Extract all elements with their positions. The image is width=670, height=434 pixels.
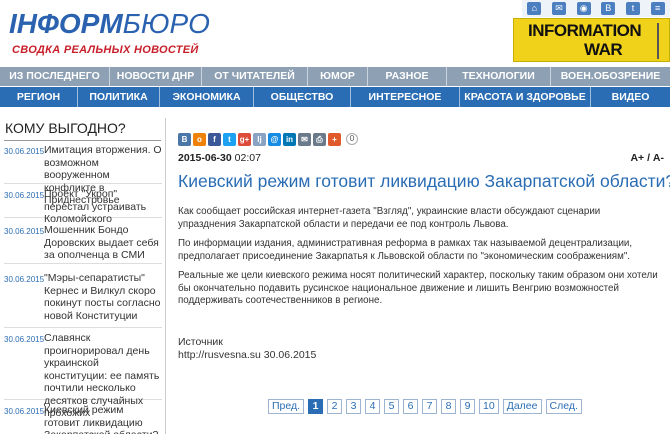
- news-headline[interactable]: Проект "Укроп" перестал устраивать Колом…: [44, 188, 162, 225]
- news-date: 30.06.2015: [4, 227, 45, 236]
- sidebar-news-item[interactable]: 30.06.2015 "Мэры-сепаратисты" Кернес и В…: [4, 272, 162, 328]
- sidebar-divider: [4, 140, 161, 141]
- nav-top-item[interactable]: ОТ ЧИТАТЕЛЕЙ: [202, 67, 308, 86]
- news-date: 30.06.2015: [4, 407, 45, 416]
- nav-top: ИЗ ПОСЛЕДНЕГО НОВОСТИ ДНР ОТ ЧИТАТЕЛЕЙ Ю…: [0, 67, 670, 86]
- article-paragraph: По информации издания, административная …: [178, 238, 633, 262]
- sidebar-news-item[interactable]: 30.06.2015 Киевский режим готовит ликвид…: [4, 404, 162, 434]
- vk-icon[interactable]: B: [178, 132, 191, 146]
- news-headline[interactable]: "Мэры-сепаратисты" Кернес и Вилкул скоро…: [44, 272, 162, 327]
- nav-top-item[interactable]: НОВОСТИ ДНР: [110, 67, 202, 86]
- vk-header-icon[interactable]: B: [601, 2, 616, 15]
- pagination-page[interactable]: 1: [308, 399, 324, 414]
- source-label: Источник: [178, 336, 223, 348]
- news-headline[interactable]: Мошенник Бондо Доровских выдает себя за …: [44, 224, 162, 263]
- header-icon-bar: ⌂ ✉ ◉ B t ≡: [522, 0, 670, 17]
- article-date: 2015-06-30: [178, 152, 232, 164]
- banner-line2: WAR: [584, 40, 623, 59]
- email-icon[interactable]: ✉: [298, 132, 311, 146]
- nav-bottom-item[interactable]: ИНТЕРЕСНОЕ: [351, 87, 460, 107]
- site-header: ІНФОРМБЮРО СВОДКА РЕАЛЬНЫХ НОВОСТЕЙ ⌂ ✉ …: [0, 0, 670, 66]
- article-dateline: 2015-06-30 02:07: [178, 152, 261, 164]
- sidebar-kому-vygodno: КОМУ ВЫГОДНО? 30.06.2015 Имитация вторже…: [0, 118, 166, 434]
- article-time: 02:07: [234, 152, 261, 164]
- nav-bottom-item[interactable]: ВИДЕО: [591, 87, 670, 107]
- sidebar-news-item[interactable]: 30.06.2015 Проект "Укроп" перестал устра…: [4, 188, 162, 225]
- home-icon[interactable]: ⌂: [527, 2, 542, 15]
- mail-ru-icon[interactable]: @: [268, 132, 281, 146]
- pagination-prev[interactable]: Пред.: [268, 399, 305, 414]
- linkedin-icon[interactable]: in: [283, 132, 296, 146]
- nav-top-item[interactable]: ИЗ ПОСЛЕДНЕГО: [0, 67, 110, 86]
- share-count: 0: [346, 133, 358, 145]
- nav-bottom-item[interactable]: РЕГИОН: [0, 87, 78, 107]
- nav-top-item[interactable]: ВОЕН.ОБОЗРЕНИЕ: [551, 67, 670, 86]
- news-date: 30.06.2015: [4, 147, 45, 156]
- site-tagline: СВОДКА РЕАЛЬНЫХ НОВОСТЕЙ: [12, 44, 199, 56]
- pagination-page[interactable]: 6: [403, 399, 419, 414]
- article: Bo f t g+ lj @ in ✉ ⎙ +0 2015-06-30 02:07 А+ / А-…: [178, 132, 670, 434]
- article-paragraph: Как сообщает российская интернет-газета …: [178, 206, 601, 230]
- pagination-page[interactable]: 5: [384, 399, 400, 414]
- pagination-next[interactable]: След.: [545, 399, 582, 414]
- pagination-next-more[interactable]: Далее: [502, 399, 542, 414]
- logo-part1: ІНФОРМ: [9, 8, 123, 39]
- twitter-icon[interactable]: t: [223, 132, 236, 146]
- rss-icon[interactable]: ◉: [576, 2, 591, 15]
- logo-part2: БЮРО: [122, 8, 210, 39]
- nav-bottom: РЕГИОН ПОЛИТИКА ЭКОНОМИКА ОБЩЕСТВО ИНТЕР…: [0, 87, 670, 107]
- information-war-banner[interactable]: INFORMATION WAR: [513, 18, 670, 62]
- nav-top-item[interactable]: РАЗНОЕ: [368, 67, 447, 86]
- banner-decoration: [657, 23, 667, 59]
- nav-bottom-item[interactable]: ОБЩЕСТВО: [254, 87, 351, 107]
- news-date: 30.06.2015: [4, 275, 45, 284]
- sitemap-icon[interactable]: ≡: [650, 2, 665, 15]
- print-icon[interactable]: ⎙: [313, 132, 326, 146]
- pagination-page[interactable]: 9: [460, 399, 476, 414]
- article-title: Киевский режим готовит ликвидацию Закарп…: [178, 171, 670, 191]
- odnoklassniki-icon[interactable]: o: [193, 132, 206, 146]
- pagination-page[interactable]: 8: [441, 399, 457, 414]
- source-link[interactable]: http://rusvesna.su 30.06.2015: [178, 349, 316, 361]
- mail-icon[interactable]: ✉: [551, 2, 566, 15]
- article-paragraph: Реальные же цели киевского режима носят …: [178, 270, 658, 306]
- more-share-icon[interactable]: +: [328, 132, 341, 146]
- livejournal-icon[interactable]: lj: [253, 132, 266, 146]
- font-size-control[interactable]: А+ / А-: [630, 152, 664, 164]
- facebook-icon[interactable]: f: [208, 132, 221, 146]
- sidebar-title: КОМУ ВЫГОДНО?: [5, 120, 126, 136]
- sidebar-news-item[interactable]: 30.06.2015 Мошенник Бондо Доровских выда…: [4, 224, 162, 264]
- nav-top-item[interactable]: ТЕХНОЛОГИИ: [447, 67, 551, 86]
- twitter-header-icon[interactable]: t: [625, 2, 640, 15]
- nav-bottom-item[interactable]: ЭКОНОМИКА: [160, 87, 254, 107]
- pagination-page[interactable]: 7: [422, 399, 438, 414]
- news-date: 30.06.2015: [4, 335, 45, 344]
- news-headline[interactable]: Имитация вторжения. О возможном вооружен…: [44, 144, 162, 206]
- banner-line1: INFORMATION: [528, 21, 642, 40]
- nav-bottom-item[interactable]: КРАСОТА И ЗДОРОВЬЕ: [460, 87, 591, 107]
- site-logo[interactable]: ІНФОРМБЮРО: [9, 8, 210, 40]
- google-plus-icon[interactable]: g+: [238, 132, 251, 146]
- pagination-page[interactable]: 2: [327, 399, 343, 414]
- sidebar-news-item[interactable]: 30.06.2015 Славянск проигнорировал день …: [4, 332, 162, 419]
- share-bar: Bo f t g+ lj @ in ✉ ⎙ +0: [178, 132, 666, 146]
- sidebar-news-item[interactable]: 30.06.2015 Имитация вторжения. О возможн…: [4, 144, 162, 206]
- pagination-page[interactable]: 3: [346, 399, 362, 414]
- news-date: 30.06.2015: [4, 191, 45, 200]
- pagination: Пред. 1 2 3 4 5 6 7 8 9 10 Далее След.: [268, 399, 582, 414]
- news-headline[interactable]: Славянск проигнорировал день украинской …: [44, 332, 162, 419]
- pagination-page[interactable]: 10: [479, 399, 499, 414]
- nav-top-item[interactable]: ЮМОР: [308, 67, 368, 86]
- news-headline[interactable]: Киевский режим готовит ликвидацию Закарп…: [44, 404, 162, 434]
- pagination-page[interactable]: 4: [365, 399, 381, 414]
- nav-bottom-item[interactable]: ПОЛИТИКА: [78, 87, 160, 107]
